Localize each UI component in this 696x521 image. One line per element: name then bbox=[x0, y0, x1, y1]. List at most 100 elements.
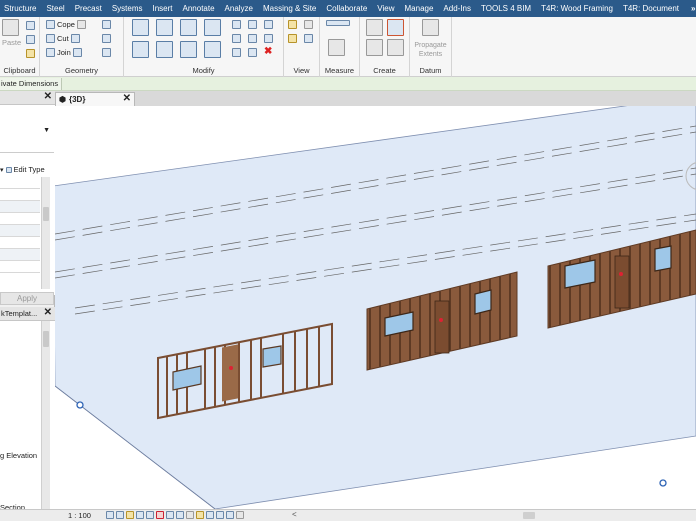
worksharing-icon[interactable] bbox=[206, 511, 214, 519]
browser-scrollbar[interactable] bbox=[41, 321, 50, 509]
render-icon[interactable] bbox=[146, 511, 154, 519]
property-row[interactable] bbox=[0, 237, 40, 249]
move-button[interactable] bbox=[132, 41, 149, 58]
filter-dropdown[interactable]: ▾ bbox=[0, 166, 4, 174]
property-row[interactable] bbox=[0, 189, 40, 201]
highlight-displacement-icon[interactable] bbox=[226, 511, 234, 519]
apply-button[interactable]: Apply bbox=[0, 292, 54, 305]
dimension-button[interactable] bbox=[328, 39, 345, 56]
tab-t4r-wood-framing[interactable]: T4R: Wood Framing bbox=[537, 4, 619, 13]
tab-structure[interactable]: Structure bbox=[0, 4, 42, 13]
rotate-button[interactable] bbox=[180, 41, 197, 58]
create-parts-button[interactable] bbox=[366, 39, 383, 56]
activate-dimensions-button[interactable]: ivate Dimensions bbox=[0, 78, 62, 90]
tree-item-elevation[interactable]: g Elevation bbox=[0, 451, 37, 460]
tab-view[interactable]: View bbox=[373, 4, 400, 13]
offset-button[interactable] bbox=[156, 19, 173, 36]
scroll-left-icon[interactable]: < bbox=[292, 510, 297, 519]
propagate-extents-button[interactable] bbox=[422, 19, 439, 36]
property-row[interactable] bbox=[0, 249, 40, 261]
plane-handle[interactable] bbox=[76, 401, 84, 409]
trim-multiple-button[interactable] bbox=[232, 48, 241, 57]
tab-massing-site[interactable]: Massing & Site bbox=[259, 4, 322, 13]
propagate-icon bbox=[422, 19, 439, 36]
constraints-icon[interactable] bbox=[236, 511, 244, 519]
paste-button[interactable]: Paste bbox=[2, 19, 21, 47]
reveal-hidden-icon[interactable] bbox=[196, 511, 204, 519]
more-tabs-button[interactable]: » bbox=[687, 4, 696, 13]
temp-hide-icon[interactable] bbox=[186, 511, 194, 519]
tab-tools-4-bim[interactable]: TOOLS 4 BIM bbox=[477, 4, 537, 13]
view-scale[interactable]: 1 : 100 bbox=[68, 511, 91, 520]
hide-category-button[interactable] bbox=[304, 20, 313, 29]
tab-precast[interactable]: Precast bbox=[71, 4, 108, 13]
cut-button[interactable]: Cut bbox=[46, 34, 80, 43]
align-button[interactable] bbox=[132, 19, 149, 36]
pin-button[interactable] bbox=[264, 20, 273, 29]
unpin-button[interactable] bbox=[264, 34, 273, 43]
tab-3d-view[interactable]: ⬢ {3D} ✕ bbox=[55, 92, 135, 106]
demolish-button[interactable] bbox=[102, 48, 111, 57]
create-group-button[interactable] bbox=[366, 19, 383, 36]
join-button[interactable]: Join bbox=[46, 48, 82, 57]
tab-analyze[interactable]: Analyze bbox=[221, 4, 259, 13]
mirror-draw-button[interactable] bbox=[204, 19, 221, 36]
properties-scrollbar[interactable] bbox=[41, 177, 50, 289]
properties-scroll-thumb[interactable] bbox=[43, 207, 49, 221]
sun-path-icon[interactable] bbox=[126, 511, 134, 519]
property-row[interactable] bbox=[0, 201, 40, 213]
wall-joins-button[interactable] bbox=[102, 20, 111, 29]
tab-insert[interactable]: Insert bbox=[149, 4, 179, 13]
browser-scroll-thumb[interactable] bbox=[43, 331, 49, 347]
view-group: View bbox=[284, 17, 320, 77]
tab-steel[interactable]: Steel bbox=[42, 4, 70, 13]
split-button[interactable] bbox=[232, 20, 241, 29]
close-properties-icon[interactable]: ✕ bbox=[44, 91, 52, 102]
tab-add-ins[interactable]: Add-Ins bbox=[439, 4, 477, 13]
shadows-icon[interactable] bbox=[136, 511, 144, 519]
lock-3d-icon[interactable] bbox=[176, 511, 184, 519]
close-tab-icon[interactable]: ✕ bbox=[123, 93, 131, 104]
copy-button[interactable] bbox=[26, 35, 35, 44]
analytical-model-icon[interactable] bbox=[216, 511, 224, 519]
delete-button[interactable]: ✖ bbox=[264, 46, 272, 57]
tab-t4r-document[interactable]: T4R: Document bbox=[619, 4, 685, 13]
visual-style-icon[interactable] bbox=[116, 511, 124, 519]
plane-handle[interactable] bbox=[659, 479, 667, 487]
property-row[interactable] bbox=[0, 177, 40, 189]
trim-single-button[interactable] bbox=[248, 48, 257, 57]
type-selector[interactable]: ▼ bbox=[0, 105, 54, 153]
property-row[interactable] bbox=[0, 213, 40, 225]
mirror-draw-icon bbox=[204, 19, 221, 36]
show-crop-icon[interactable] bbox=[166, 511, 174, 519]
tab-collaborate[interactable]: Collaborate bbox=[322, 4, 373, 13]
tab-annotate[interactable]: Annotate bbox=[179, 4, 221, 13]
edit-type-button[interactable]: Edit Type bbox=[14, 165, 45, 174]
detail-level-icon[interactable] bbox=[106, 511, 114, 519]
tab-manage[interactable]: Manage bbox=[401, 4, 440, 13]
3d-viewport[interactable] bbox=[55, 106, 696, 509]
similar-button[interactable] bbox=[387, 39, 404, 56]
match-properties-button[interactable] bbox=[26, 49, 35, 58]
property-row[interactable] bbox=[0, 261, 40, 273]
crop-view-icon[interactable] bbox=[156, 511, 164, 519]
property-row[interactable] bbox=[0, 225, 40, 237]
close-browser-icon[interactable]: ✕ bbox=[44, 307, 52, 318]
linework-button[interactable] bbox=[304, 34, 313, 43]
horizontal-scroll-thumb[interactable] bbox=[523, 512, 535, 519]
hide-button[interactable] bbox=[288, 20, 297, 29]
split-gap-button[interactable] bbox=[248, 20, 257, 29]
tab-systems[interactable]: Systems bbox=[108, 4, 149, 13]
measure-button[interactable] bbox=[326, 20, 350, 26]
copy-element-button[interactable] bbox=[156, 41, 173, 58]
split-face-button[interactable] bbox=[102, 34, 111, 43]
trim-button[interactable] bbox=[204, 41, 221, 58]
cut-clip-button[interactable] bbox=[26, 21, 35, 30]
override-button[interactable] bbox=[288, 34, 297, 43]
cope-button[interactable]: Cope bbox=[46, 20, 86, 29]
create-assembly-button[interactable] bbox=[387, 19, 404, 36]
linework-icon bbox=[304, 34, 313, 43]
scale-button[interactable] bbox=[248, 34, 257, 43]
mirror-axis-button[interactable] bbox=[180, 19, 197, 36]
array-button[interactable] bbox=[232, 34, 241, 43]
